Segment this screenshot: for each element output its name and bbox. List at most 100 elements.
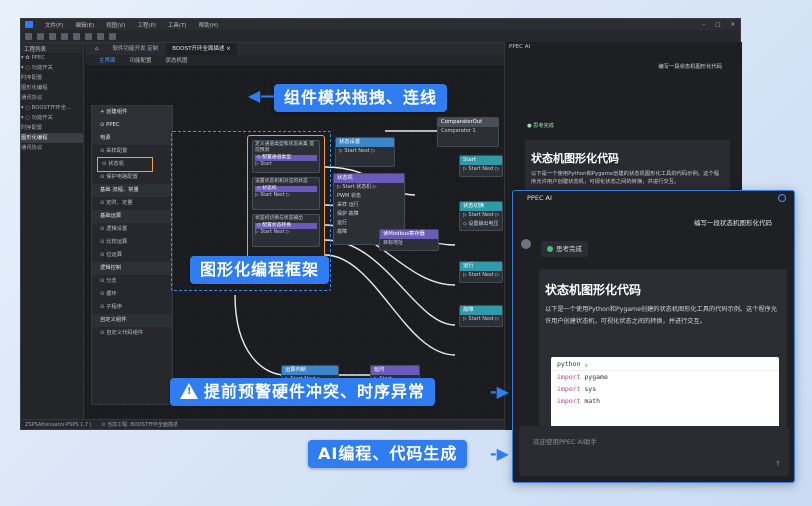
- tab-software[interactable]: 软件功能开发 定制: [107, 43, 165, 55]
- tree-item[interactable]: ▾ ○ BOOST开环全...: [21, 103, 83, 113]
- chat-input[interactable]: 欢迎使用PPEC AI助手 ↑: [519, 426, 789, 476]
- save-icon[interactable]: [49, 32, 56, 40]
- dragged-node[interactable]: 状态机切换与状态输出 ◇ 配置状态转换 ▷ Start Next ▷: [252, 214, 320, 247]
- palette-item[interactable]: ⊙ 逻辑设置: [92, 223, 172, 236]
- palette-item[interactable]: ⊙ 定时、定量: [92, 197, 172, 210]
- palette-group[interactable]: 自定义组件: [92, 314, 172, 327]
- node-comparator[interactable]: ComparatorOut Comparator 1: [437, 117, 499, 147]
- maximize-icon[interactable]: □: [715, 22, 720, 28]
- send-icon[interactable]: ↑: [775, 460, 781, 468]
- menu-bar: 文件(F) 编辑(E) 视图(V) 工程(P) 工具(T) 帮助(H) – □ …: [21, 19, 740, 30]
- tree-item[interactable]: ▾ ○ 功能开关: [21, 63, 83, 73]
- node-port[interactable]: ▷ Start Next ▷: [460, 211, 502, 220]
- check-icon: [547, 246, 553, 252]
- thinking-status[interactable]: ● 思考完成: [527, 122, 554, 129]
- node-desc: 设置状态机和对应的状态: [255, 179, 308, 184]
- code-lang-select[interactable]: python ⌄: [551, 357, 779, 371]
- node-modbus-read[interactable]: 读Modbus寄存器 目标地址: [379, 229, 439, 251]
- tree-item[interactable]: 通讯协议: [21, 93, 83, 103]
- close-icon[interactable]: ✕: [730, 22, 735, 28]
- code-line: import sys: [551, 383, 779, 395]
- node-port[interactable]: ▷ Start Next ▷: [336, 147, 394, 156]
- palette-item[interactable]: ⊙ 位运算: [92, 249, 172, 262]
- tree-item[interactable]: 通讯协议: [21, 143, 83, 153]
- node-port[interactable]: 采样 运行: [334, 201, 404, 210]
- palette-item[interactable]: ⊙ 自定义代码组件: [92, 327, 172, 340]
- settings-icon[interactable]: [109, 32, 116, 40]
- palette-item[interactable]: ⊙ 循环: [92, 288, 172, 301]
- palette-item[interactable]: ⊙ PPEC: [92, 119, 172, 132]
- palette-group[interactable]: 基础 流程、常量: [92, 184, 172, 197]
- palette-group[interactable]: 电源: [92, 132, 172, 145]
- redo-icon[interactable]: [73, 32, 80, 40]
- palette-create-button[interactable]: + 创建组件: [92, 106, 172, 119]
- node-port[interactable]: 运行: [334, 219, 404, 228]
- palette-item[interactable]: ⊙ 比较运算: [92, 236, 172, 249]
- run-icon[interactable]: [97, 32, 104, 40]
- menu-view[interactable]: 视图(V): [106, 21, 125, 29]
- tab-boost[interactable]: BOOST开环全面描述 ×: [166, 43, 237, 55]
- tree-item[interactable]: ▾ ○ 功能开关: [21, 113, 83, 123]
- node-port[interactable]: PWM 状态: [334, 192, 404, 201]
- thinking-label: 思考完成: [556, 245, 582, 253]
- node-port[interactable]: ▷ Start Next ▷: [255, 193, 317, 199]
- status-version: ZSPSAttenuator-PSPS 1.7 |: [25, 421, 92, 428]
- node-port[interactable]: 保护 故障: [334, 210, 404, 219]
- ai-assistant-panel: PPEC AI 编写一段状态机图形化代码 思考完成 状态机图形化代码 以下是一个…: [512, 190, 795, 483]
- tree-item[interactable]: 时序配置: [21, 73, 83, 83]
- palette-item[interactable]: ⊙ 子程序: [92, 301, 172, 314]
- node-title: 延时: [371, 366, 419, 375]
- node-port[interactable]: ▷ Start: [255, 162, 317, 168]
- answer-title: 状态机图形化代码: [531, 152, 619, 165]
- node-state-setup[interactable]: 状态设置 ▷ Start Next ▷: [335, 137, 395, 167]
- tree-item[interactable]: 图形化编程: [21, 83, 83, 93]
- node-port[interactable]: ▷ Start Next ▷: [460, 271, 502, 280]
- tree-item-selected[interactable]: 图形化编程: [21, 133, 83, 143]
- open-folder-icon[interactable]: [37, 32, 44, 40]
- undo-icon[interactable]: [61, 32, 68, 40]
- dragged-node[interactable]: 定义通道类型和状态采集 提前预测 ◇ 配置通道类型 ▷ Start: [252, 140, 320, 173]
- node-fault[interactable]: 故障 ▷ Start Next ▷: [459, 305, 503, 327]
- new-file-icon[interactable]: [25, 32, 32, 40]
- thinking-status[interactable]: 思考完成: [541, 241, 588, 257]
- tree-item[interactable]: ▾ ✿ PPEC: [21, 53, 83, 63]
- palette-item[interactable]: ⊙ 保护电路配置: [92, 171, 172, 184]
- node-desc: 状态机切换与状态输出: [255, 216, 303, 221]
- node-port[interactable]: 目标地址: [380, 239, 438, 248]
- node-state-switch[interactable]: 状态切换 ▷ Start Next ▷ ◇ 设置输出电压: [459, 201, 503, 231]
- code-module: math: [580, 397, 601, 405]
- node-title: 运行: [460, 262, 502, 271]
- node-port[interactable]: ▷ Start Next ▷: [460, 315, 502, 324]
- node-port[interactable]: ▷ Start Next ▷: [255, 230, 317, 236]
- build-icon[interactable]: [85, 32, 92, 40]
- dragged-component-group[interactable]: 定义通道类型和状态采集 提前预测 ◇ 配置通道类型 ▷ Start 设置状态机和…: [247, 135, 325, 261]
- code-keyword: import: [557, 385, 581, 393]
- palette-group[interactable]: 逻辑控制: [92, 262, 172, 275]
- node-port[interactable]: Comparator 1: [438, 127, 498, 136]
- node-desc: 定义通道类型和状态采集 提前预测: [255, 142, 315, 153]
- palette-item-statemachine[interactable]: ⊙ 状态机: [97, 157, 153, 172]
- node-title: 运算判断: [282, 366, 338, 375]
- dragged-node[interactable]: 设置状态机和对应的状态 ◇ 状态机 ▷ Start Next ▷: [252, 177, 320, 210]
- node-port[interactable]: ◇ 设置输出电压: [460, 220, 502, 229]
- node-start[interactable]: Start ▷ Start Next ▷: [459, 155, 503, 177]
- gear-icon[interactable]: [778, 194, 786, 202]
- minimize-icon[interactable]: –: [702, 22, 705, 28]
- menu-help[interactable]: 帮助(H): [199, 21, 218, 29]
- callout-warn: 提前预警硬件冲突、时序异常: [170, 378, 436, 406]
- code-line: import pygame: [551, 371, 779, 383]
- palette-item[interactable]: ⊙ 分支: [92, 275, 172, 288]
- menu-tools[interactable]: 工具(T): [168, 21, 187, 29]
- home-icon[interactable]: ⌂: [89, 43, 105, 55]
- palette-item[interactable]: ⊙ 采样配置: [92, 145, 172, 158]
- menu-project[interactable]: 工程(P): [137, 21, 156, 29]
- node-run[interactable]: 运行 ▷ Start Next ▷: [459, 261, 503, 283]
- status-project: ⊙ 当前工程: BOOST开环全面描述: [101, 422, 178, 428]
- palette-group[interactable]: 基础运算: [92, 210, 172, 223]
- node-port[interactable]: ▷ Start Next ▷: [460, 165, 502, 174]
- ai-panel-title: PPEC AI: [527, 194, 552, 202]
- menu-file[interactable]: 文件(F): [45, 21, 63, 29]
- menu-edit[interactable]: 编辑(E): [75, 21, 94, 29]
- tree-item[interactable]: 时序配置: [21, 123, 83, 133]
- node-port[interactable]: ▷ Start 状态机 ▷: [334, 183, 404, 192]
